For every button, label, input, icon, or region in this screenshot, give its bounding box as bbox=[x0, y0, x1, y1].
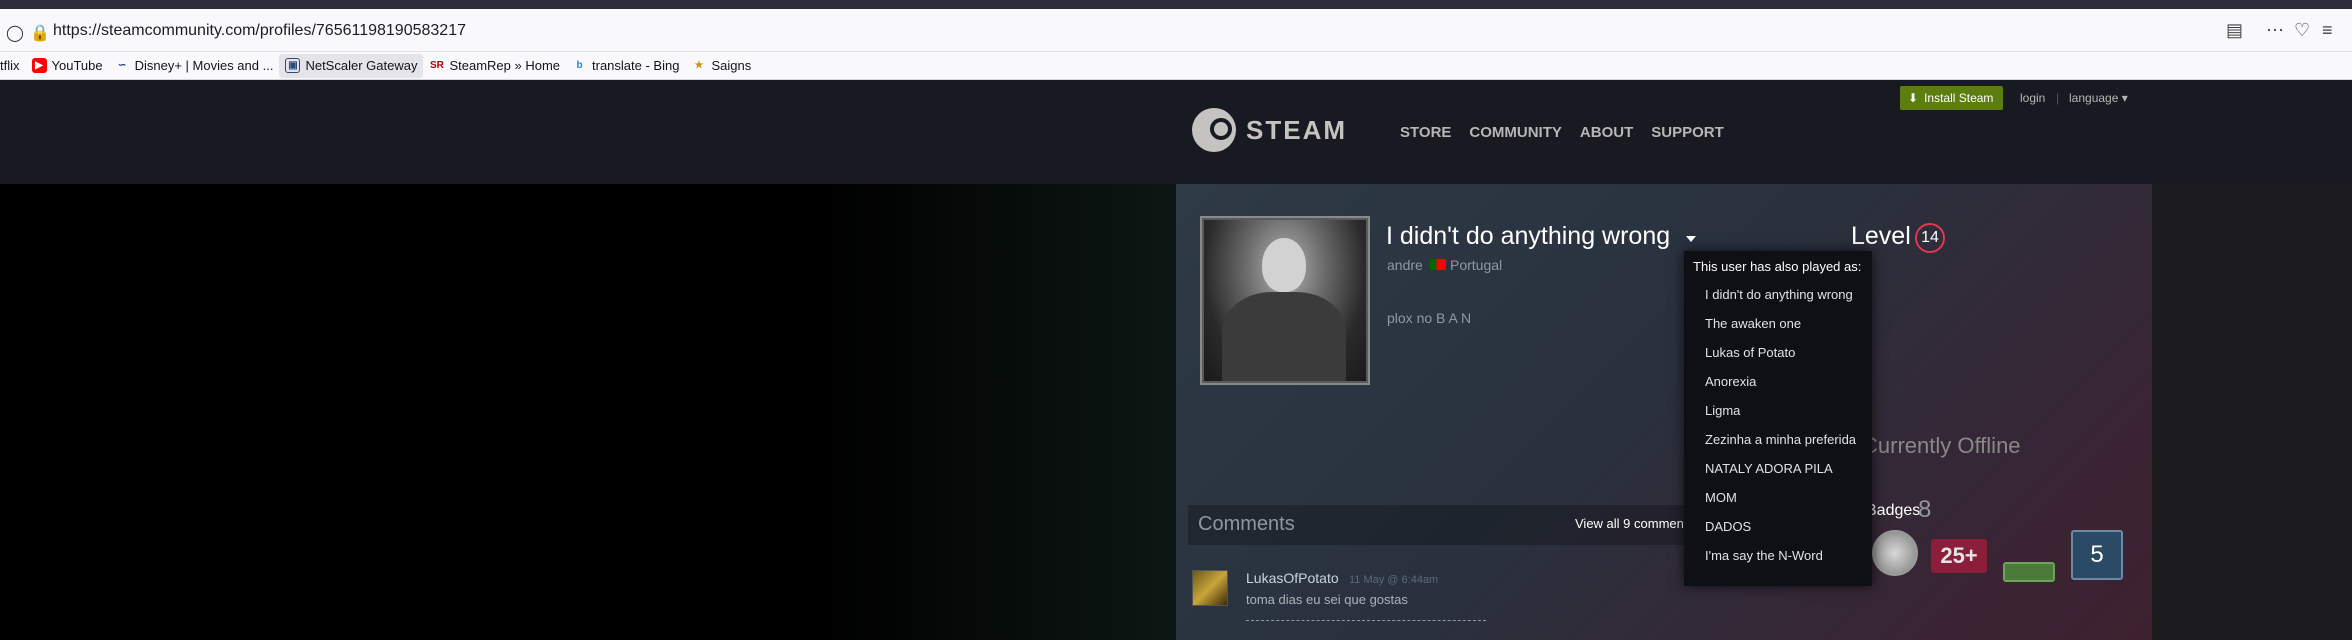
bookmark-netflix[interactable]: tflix bbox=[0, 54, 26, 78]
bookmark-label: tflix bbox=[0, 58, 20, 73]
alias-item: Lukas of Potato bbox=[1705, 345, 1796, 360]
alias-item: Ligma bbox=[1705, 403, 1741, 418]
shield-icon[interactable]: ◯ bbox=[6, 23, 24, 43]
avatar-body bbox=[1222, 292, 1346, 381]
bookmark-label: YouTube bbox=[51, 58, 103, 73]
steamrep-icon: SR bbox=[430, 60, 444, 71]
main-nav: STORE COMMUNITY ABOUT SUPPORT bbox=[1400, 124, 1724, 141]
badge-gpu-icon[interactable] bbox=[2003, 562, 2055, 582]
level-label: Level bbox=[1851, 222, 1911, 250]
persona-name[interactable]: I didn't do anything wrong bbox=[1386, 222, 1670, 251]
badge-silver-icon[interactable] bbox=[1872, 530, 1918, 576]
nav-community[interactable]: COMMUNITY bbox=[1469, 124, 1562, 141]
real-name: andre bbox=[1387, 257, 1423, 273]
steam-logo[interactable]: STEAM bbox=[1192, 108, 1347, 152]
bookmark-netscaler[interactable]: ▣ NetScaler Gateway bbox=[279, 53, 424, 78]
bookmark-label: Disney+ | Movies and ... bbox=[134, 58, 274, 73]
url-text[interactable]: https://steamcommunity.com/profiles/7656… bbox=[53, 22, 466, 40]
profile-avatar bbox=[1200, 216, 1370, 385]
comment-author[interactable]: LukasOfPotato bbox=[1246, 570, 1339, 586]
badge-years-service[interactable]: 5 bbox=[2071, 530, 2123, 580]
bookmark-youtube[interactable]: ▶ YouTube bbox=[26, 54, 109, 78]
bing-icon: b bbox=[576, 60, 583, 71]
url-bar[interactable]: ◯ 🔒 https://steamcommunity.com/profiles/… bbox=[0, 9, 2352, 52]
youtube-icon: ▶ bbox=[31, 58, 47, 73]
nav-support[interactable]: SUPPORT bbox=[1651, 124, 1724, 141]
comments-title: Comments bbox=[1198, 513, 1295, 535]
comment-divider bbox=[1246, 620, 1486, 621]
alias-item: I'ma say the N-Word bbox=[1705, 548, 1823, 563]
steam-header: STEAM STORE COMMUNITY ABOUT SUPPORT ⬇ In… bbox=[0, 80, 2352, 184]
lock-icon[interactable]: 🔒 bbox=[30, 23, 50, 43]
comment-text: toma dias eu sei que gostas bbox=[1246, 592, 1408, 607]
disney-icon: ∽ bbox=[117, 60, 127, 71]
login-link[interactable]: login bbox=[2020, 91, 2045, 105]
bookmark-disney[interactable]: ∽ Disney+ | Movies and ... bbox=[109, 54, 280, 78]
reader-view-icon[interactable]: ▤ bbox=[2226, 20, 2243, 41]
view-all-comments-link[interactable]: View all 9 comments bbox=[1575, 516, 1694, 531]
bookmark-label: translate - Bing bbox=[592, 58, 680, 73]
pocket-icon[interactable]: ♡ bbox=[2294, 20, 2310, 41]
extensions-icon[interactable]: ≡ bbox=[2322, 20, 2333, 41]
alias-item: Zezinha a minha preferida bbox=[1705, 432, 1857, 447]
download-icon: ⬇ bbox=[1908, 91, 1919, 105]
bookmark-label: Saigns bbox=[711, 58, 752, 73]
profile-summary: plox no B A N bbox=[1387, 310, 1472, 326]
bookmark-label: NetScaler Gateway bbox=[305, 58, 418, 73]
bookmarks-bar: tflix ▶ YouTube ∽ Disney+ | Movies and .… bbox=[0, 52, 2352, 80]
badges-label[interactable]: Badges bbox=[1866, 502, 1920, 520]
page-background-right bbox=[2152, 184, 2352, 640]
language-label: language bbox=[2069, 91, 2119, 105]
bookmark-steamrep[interactable]: SR SteamRep » Home bbox=[423, 54, 566, 78]
steam-logo-text: STEAM bbox=[1246, 114, 1347, 145]
online-status: Currently Offline bbox=[1862, 433, 2021, 458]
header-separator: | bbox=[2056, 91, 2060, 105]
window-top-strip bbox=[0, 0, 2352, 9]
alias-item: The awaken one bbox=[1705, 316, 1802, 331]
persona-dropdown-caret-icon[interactable] bbox=[1686, 236, 1696, 242]
bookmark-saigns[interactable]: ★ Saigns bbox=[685, 54, 757, 78]
more-actions-icon[interactable]: ⋯ bbox=[2266, 20, 2284, 41]
badges-count[interactable]: 8 bbox=[1918, 496, 1931, 524]
comment-author-avatar[interactable] bbox=[1192, 570, 1228, 606]
saigns-icon: ★ bbox=[694, 60, 704, 71]
nav-about[interactable]: ABOUT bbox=[1580, 124, 1633, 141]
install-steam-label: Install Steam bbox=[1924, 91, 1994, 105]
avatar-head bbox=[1262, 238, 1306, 292]
level-badge[interactable]: 14 bbox=[1915, 223, 1945, 253]
alias-item: DADOS bbox=[1705, 519, 1752, 534]
comment-timestamp: 11 May @ 6:44am bbox=[1349, 574, 1439, 586]
alias-item: I didn't do anything wrong bbox=[1705, 287, 1853, 302]
chevron-down-icon: ▾ bbox=[2121, 91, 2128, 105]
badge-25-years[interactable]: 25+ bbox=[1931, 539, 1987, 573]
language-dropdown[interactable]: language ▾ bbox=[2069, 91, 2128, 105]
alias-item: Anorexia bbox=[1705, 374, 1757, 389]
alias-history-title: This user has also played as: bbox=[1693, 259, 1862, 274]
country: Portugal bbox=[1450, 257, 1503, 273]
nav-store[interactable]: STORE bbox=[1400, 124, 1451, 141]
install-steam-button[interactable]: ⬇ Install Steam bbox=[1900, 86, 2004, 110]
bookmark-label: SteamRep » Home bbox=[449, 58, 561, 73]
steam-logo-icon bbox=[1192, 108, 1236, 152]
alias-item: NATALY ADORA PILA bbox=[1705, 461, 1833, 476]
portugal-flag-icon bbox=[1430, 259, 1446, 270]
avatar-image bbox=[1204, 220, 1366, 381]
bookmark-bing[interactable]: b translate - Bing bbox=[566, 54, 685, 78]
alias-item: MOM bbox=[1705, 490, 1737, 505]
netscaler-icon: ▣ bbox=[285, 58, 301, 73]
